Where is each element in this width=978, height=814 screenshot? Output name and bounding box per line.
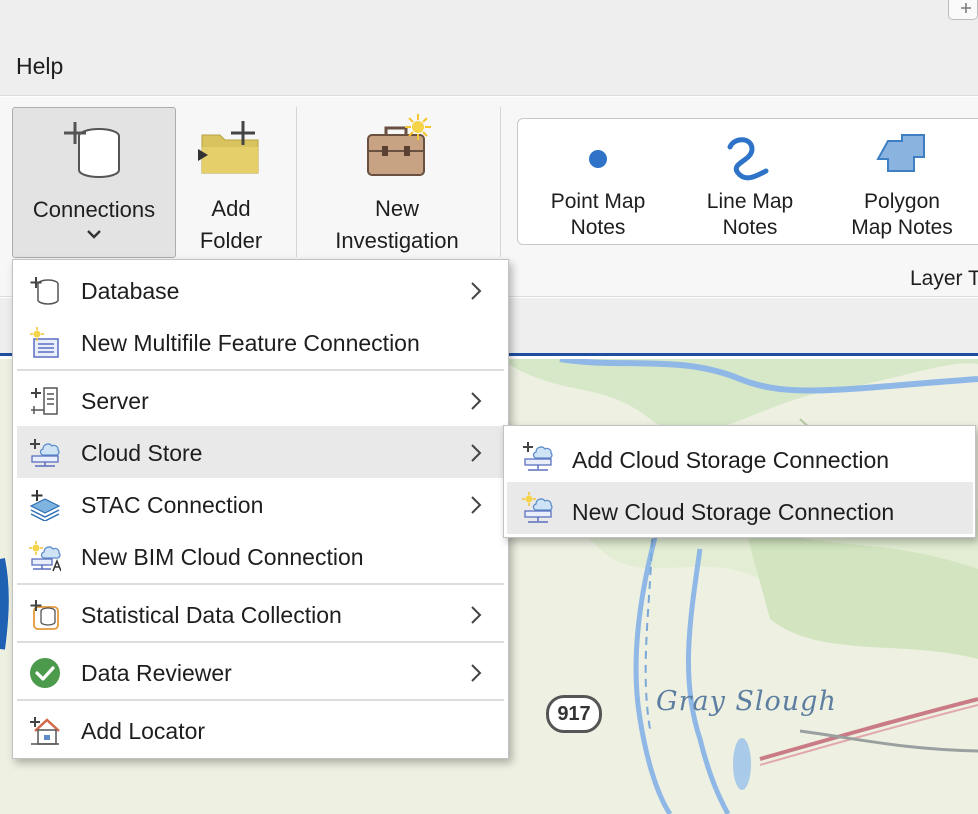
server-add-icon <box>31 387 58 415</box>
new-investigation-label-2: Investigation <box>335 228 459 253</box>
road-shield: 917 <box>546 695 602 733</box>
menu-separator <box>17 583 504 585</box>
menu-item-server[interactable]: Server <box>17 374 504 426</box>
chevron-right-icon <box>471 282 482 300</box>
menu-item-label: Database <box>81 278 180 304</box>
multifile-feature-icon <box>30 327 59 358</box>
ribbon-separator <box>296 107 297 257</box>
chevron-right-icon <box>471 444 482 462</box>
stac-layers-icon <box>29 490 61 521</box>
submenu-item-label: New Cloud Storage Connection <box>572 499 895 525</box>
point-icon <box>589 150 607 168</box>
menu-item-statistical-data-collection[interactable]: Statistical Data Collection <box>17 588 504 640</box>
statistical-data-icon <box>30 600 59 630</box>
check-circle-icon <box>30 658 60 688</box>
bim-cloud-icon <box>29 541 61 572</box>
menu-item-label: Add Locator <box>81 718 206 744</box>
add-folder-label-1: Add <box>211 196 251 221</box>
menu-separator <box>17 641 504 643</box>
menu-bar: Help <box>0 40 978 96</box>
database-add-icon <box>64 122 120 179</box>
add-panel-button[interactable] <box>948 0 978 20</box>
title-strip <box>0 0 978 40</box>
menu-item-data-reviewer[interactable]: Data Reviewer <box>17 646 504 698</box>
connections-button[interactable]: Connections <box>12 107 176 258</box>
chevron-right-icon <box>471 664 482 682</box>
gallery-label: Map Notes <box>851 216 953 239</box>
ribbon-group-label: Layer T <box>910 267 978 290</box>
menu-item-stac-connection[interactable]: STAC Connection <box>17 478 504 530</box>
cloud-storage-new-icon <box>522 492 553 523</box>
gallery-label: Notes <box>570 216 626 239</box>
menu-item-cloud-store[interactable]: Cloud Store <box>17 426 504 478</box>
gallery-label: Polygon <box>864 190 940 213</box>
submenu-item-label: Add Cloud Storage Connection <box>572 447 890 473</box>
gallery-label: Notes <box>722 216 778 239</box>
menu-item-label: STAC Connection <box>81 492 264 518</box>
line-icon <box>727 137 769 181</box>
map-place-label: Gray Slough <box>656 686 837 717</box>
cloud-store-submenu: Add Cloud Storage Connection New Cloud S… <box>503 425 976 538</box>
connections-dropdown: Database New Multifile Feature Connectio… <box>12 259 509 759</box>
gallery-label: Point Map <box>550 190 646 213</box>
polygon-map-notes-button[interactable]: Polygon Map Notes <box>822 119 978 244</box>
database-add-icon <box>30 277 59 305</box>
menu-item-add-locator[interactable]: Add Locator <box>17 704 504 756</box>
line-map-notes-button[interactable]: Line Map Notes <box>670 119 830 244</box>
menu-item-label: Server <box>81 388 149 414</box>
cloud-store-icon <box>30 439 60 467</box>
locator-house-icon <box>30 717 60 745</box>
menu-item-label: Statistical Data Collection <box>81 602 342 628</box>
menu-item-label: New Multifile Feature Connection <box>81 330 420 356</box>
chevron-right-icon <box>471 392 482 410</box>
folder-add-icon <box>198 121 259 174</box>
briefcase-new-icon <box>367 114 431 176</box>
menu-separator <box>17 369 504 371</box>
polygon-icon <box>876 134 925 172</box>
ribbon-separator <box>500 107 501 257</box>
map-notes-gallery: Point Map Notes Line Map Notes Polygon M… <box>517 118 978 245</box>
connections-label: Connections <box>32 197 156 222</box>
chevron-right-icon <box>471 496 482 514</box>
point-map-notes-button[interactable]: Point Map Notes <box>518 119 678 244</box>
menu-item-new-multifile-feature-connection[interactable]: New Multifile Feature Connection <box>17 316 504 368</box>
new-investigation-label-1: New <box>374 196 419 221</box>
menu-item-new-bim-cloud-connection[interactable]: New BIM Cloud Connection <box>17 530 504 582</box>
chevron-down-icon <box>87 230 101 239</box>
submenu-item-new-cloud-storage-connection[interactable]: New Cloud Storage Connection <box>507 482 973 534</box>
menu-separator <box>17 699 504 701</box>
add-folder-button[interactable]: Add Folder <box>186 107 276 258</box>
gallery-label: Line Map <box>706 190 794 213</box>
submenu-item-add-cloud-storage-connection[interactable]: Add Cloud Storage Connection <box>507 430 973 482</box>
menu-item-label: New BIM Cloud Connection <box>81 544 364 570</box>
menu-item-database[interactable]: Database <box>17 264 504 316</box>
cloud-storage-add-icon <box>523 442 553 471</box>
menu-help[interactable]: Help <box>16 53 63 80</box>
add-folder-label-2: Folder <box>199 228 263 253</box>
chevron-right-icon <box>471 606 482 624</box>
menu-item-label: Data Reviewer <box>81 660 232 686</box>
new-investigation-button[interactable]: New Investigation <box>312 107 482 258</box>
menu-item-label: Cloud Store <box>81 440 203 466</box>
plus-icon <box>961 3 971 13</box>
